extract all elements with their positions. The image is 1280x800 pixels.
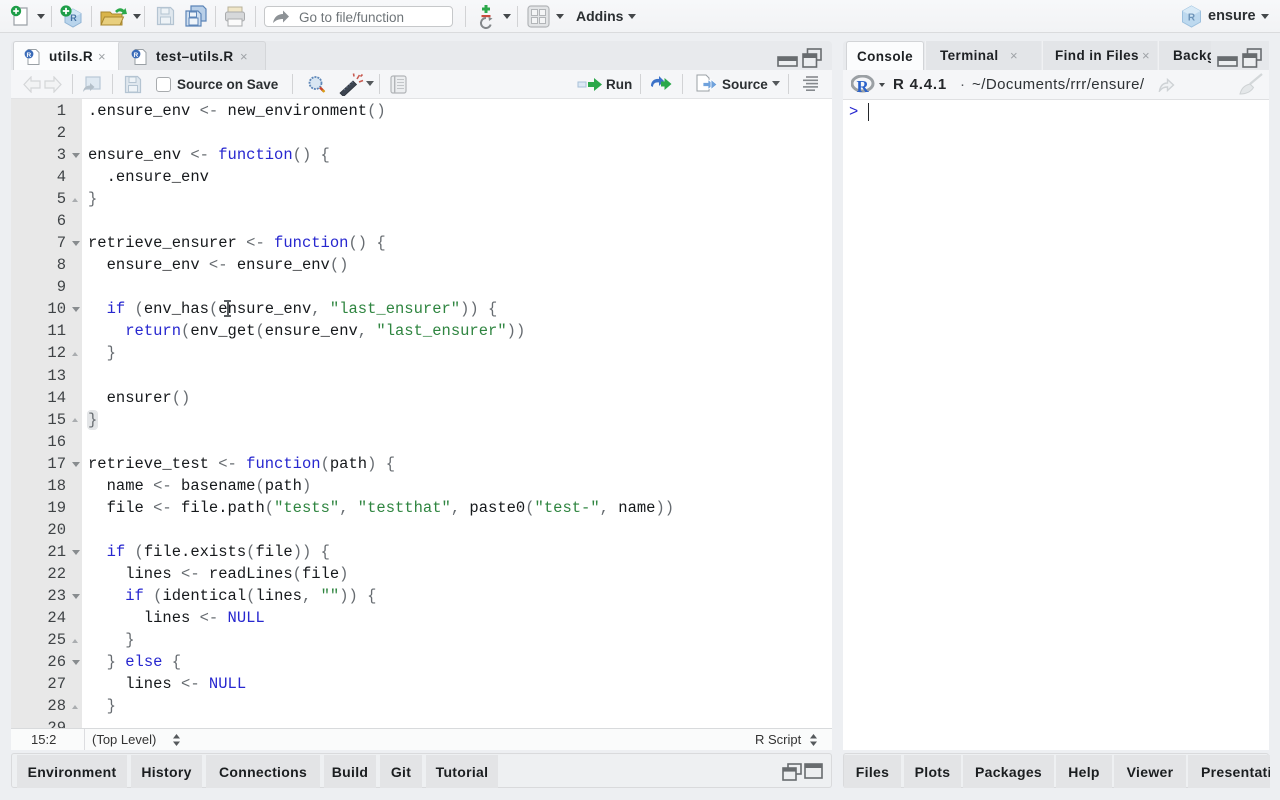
svg-text:R: R <box>70 13 77 23</box>
svg-text:R: R <box>857 77 870 95</box>
svg-text:R: R <box>1188 13 1196 24</box>
svg-text:R: R <box>26 52 31 59</box>
svg-text:R: R <box>133 52 138 59</box>
